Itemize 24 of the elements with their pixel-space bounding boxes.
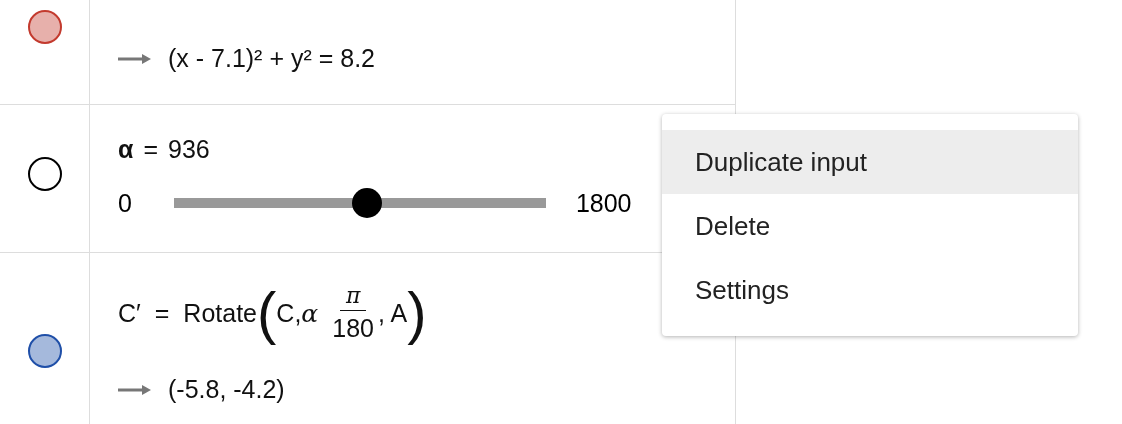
visibility-toggle[interactable]	[27, 157, 62, 191]
slider-thumb[interactable]	[352, 188, 383, 218]
formula-args: C,	[276, 298, 302, 328]
output-value: (x - 7.1)² + y² = 8.2	[168, 44, 375, 73]
slider-min: 0	[118, 188, 132, 218]
equals-sign: =	[154, 298, 170, 328]
visibility-toggle[interactable]	[27, 334, 62, 368]
arrow-icon	[118, 383, 152, 396]
arrow-icon	[118, 52, 152, 65]
output-value: (-5.8, -4.2)	[168, 375, 285, 404]
fraction-numerator: π	[339, 283, 367, 311]
formula-tail: , A	[377, 298, 408, 327]
function-name: Rotate	[183, 298, 258, 328]
menu-item[interactable]: Delete	[662, 194, 1078, 258]
formula-lhs: C′	[118, 298, 141, 328]
fraction-denominator: 180	[332, 313, 374, 343]
visibility-toggle[interactable]	[27, 10, 62, 44]
slider-value: 936	[168, 135, 210, 164]
alpha-symbol: α	[301, 298, 319, 328]
menu-item[interactable]: Duplicate input	[662, 130, 1078, 194]
slider-name: α	[118, 135, 134, 164]
slider-max: 1800	[575, 188, 632, 218]
menu-item[interactable]: Settings	[662, 258, 1078, 322]
equals-sign: =	[143, 135, 158, 164]
